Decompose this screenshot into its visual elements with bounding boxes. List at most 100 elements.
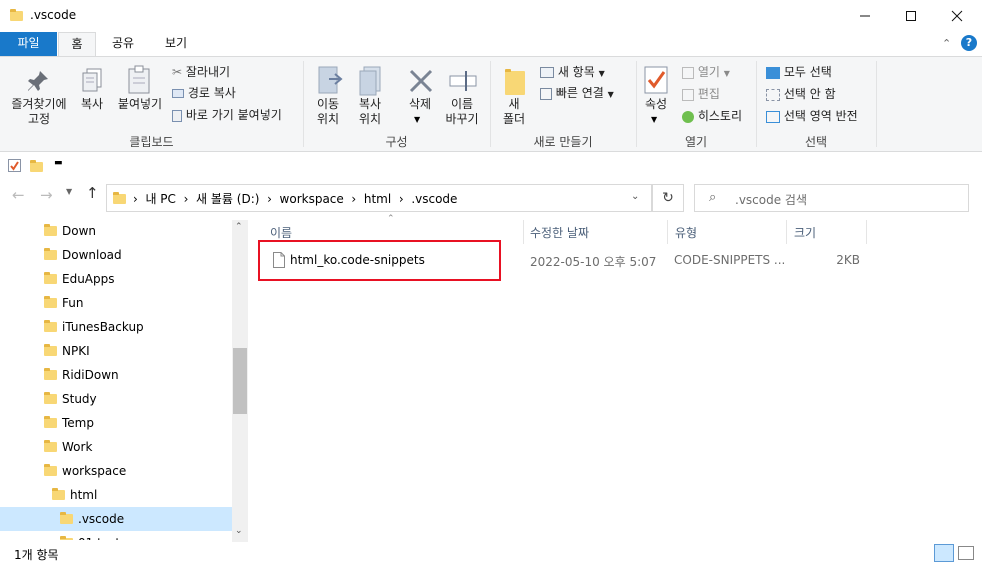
breadcrumb-separator: › <box>267 192 272 206</box>
refresh-button[interactable]: ↻ <box>652 184 684 212</box>
nav-item[interactable]: Study <box>0 387 232 411</box>
tab-file[interactable]: 파일 <box>0 32 57 56</box>
properties-check-icon[interactable] <box>8 159 21 172</box>
new-item-button[interactable]: 새 항목 ▼ <box>540 63 605 80</box>
easy-access-button[interactable]: 빠른 연결 ▼ <box>540 84 614 101</box>
paste-shortcut-label: 바로 가기 붙여넣기 <box>185 108 282 122</box>
select-none-button[interactable]: 선택 안 함 <box>766 85 836 102</box>
delete-button[interactable]: 삭제 <box>400 97 440 112</box>
details-view-icon[interactable] <box>934 544 954 562</box>
new-folder-button[interactable]: 새 폴더 <box>498 97 530 127</box>
column-separator[interactable] <box>523 220 524 244</box>
breadcrumb-item[interactable]: .vscode <box>411 192 457 206</box>
address-bar[interactable]: › 내 PC › 새 볼륨 (D:) › workspace › html › … <box>106 184 652 212</box>
new-folder-qa-icon[interactable] <box>30 160 43 172</box>
address-dropdown-icon[interactable]: ⌄ <box>631 191 639 202</box>
breadcrumb-item[interactable]: html <box>364 192 391 206</box>
invert-selection-icon <box>766 110 780 123</box>
quick-access-toolbar: ▬ <box>0 152 982 180</box>
properties-dropdown-icon[interactable]: ▼ <box>651 115 657 124</box>
copy-to-button[interactable]: 복사 위치 <box>350 97 390 127</box>
nav-item-label: Study <box>62 392 97 406</box>
tab-home[interactable]: 홈 <box>58 32 96 56</box>
paste-button[interactable]: 붙여넣기 <box>114 97 166 112</box>
up-arrow-icon[interactable]: ↑ <box>86 184 99 202</box>
folder-icon <box>44 440 57 452</box>
nav-item[interactable]: 01.test <box>0 531 232 540</box>
close-button[interactable] <box>934 0 980 32</box>
pin-quick-access-button[interactable]: 즐겨찾기에 고정 <box>6 97 72 127</box>
select-all-button[interactable]: 모두 선택 <box>766 63 832 80</box>
nav-item[interactable]: workspace <box>0 459 232 483</box>
nav-item[interactable]: Work <box>0 435 232 459</box>
column-header-date[interactable]: 수정한 날짜 <box>530 222 589 244</box>
nav-item-label: NPKI <box>62 344 90 358</box>
chevron-down-icon: ▼ <box>723 69 730 78</box>
copy-path-button[interactable]: 경로 복사 <box>172 84 236 101</box>
open-button[interactable]: 열기 ▼ <box>682 63 730 80</box>
nav-item-label: 01.test <box>78 531 120 540</box>
nav-item[interactable]: iTunesBackup <box>0 315 232 339</box>
nav-item[interactable]: Fun <box>0 291 232 315</box>
tab-view[interactable]: 보기 <box>155 32 197 56</box>
maximize-button[interactable] <box>888 0 934 32</box>
paste-shortcut-button[interactable]: 바로 가기 붙여넣기 <box>172 106 282 123</box>
tab-share[interactable]: 공유 <box>102 32 144 56</box>
item-count: 1개 항목 <box>14 548 59 562</box>
nav-item-selected[interactable]: .vscode <box>0 507 232 531</box>
rename-button[interactable]: 이름 바꾸기 <box>440 97 484 127</box>
nav-item-label: RidiDown <box>62 368 119 382</box>
ribbon: 즐겨찾기에 고정 복사 붙여넣기 ✂ 잘라내기 경로 복사 바로 가기 붙여넣기… <box>0 56 982 152</box>
back-arrow-icon[interactable]: ← <box>12 186 25 204</box>
forward-arrow-icon[interactable]: → <box>40 186 53 204</box>
history-button[interactable]: 히스토리 <box>682 107 742 124</box>
chevron-down-icon: ▼ <box>607 90 614 99</box>
nav-item-label: Fun <box>62 296 84 310</box>
folder-icon <box>44 248 57 260</box>
minimize-button[interactable] <box>842 0 888 32</box>
move-to-button[interactable]: 이동 위치 <box>308 97 348 127</box>
nav-item[interactable]: RidiDown <box>0 363 232 387</box>
invert-selection-button[interactable]: 선택 영역 반전 <box>766 107 858 124</box>
breadcrumb-item[interactable]: 내 PC <box>145 192 175 206</box>
column-separator[interactable] <box>866 220 867 244</box>
recent-locations-icon[interactable]: ▼ <box>66 187 72 196</box>
highlight-annotation-box <box>258 240 501 281</box>
nav-item[interactable]: Down <box>0 219 232 243</box>
scrollbar-thumb[interactable] <box>233 348 247 414</box>
invert-selection-label: 선택 영역 반전 <box>783 109 858 123</box>
edit-label: 편집 <box>697 87 720 101</box>
customize-toolbar-icon[interactable]: ▬ <box>54 158 63 168</box>
scroll-down-icon[interactable]: ⌄ <box>235 526 243 536</box>
properties-button[interactable]: 속성 <box>638 97 674 112</box>
folder-icon <box>44 296 57 308</box>
breadcrumb-item[interactable]: workspace <box>280 192 344 206</box>
nav-scrollbar[interactable]: ⌃ ⌄ <box>232 220 248 542</box>
delete-dropdown-icon[interactable]: ▼ <box>414 115 420 124</box>
nav-item[interactable]: html <box>0 483 232 507</box>
help-icon[interactable]: ? <box>961 35 977 51</box>
nav-item[interactable]: NPKI <box>0 339 232 363</box>
column-header-type[interactable]: 유형 <box>675 222 697 244</box>
scroll-up-icon[interactable]: ⌃ <box>235 222 243 232</box>
copy-path-icon <box>172 89 184 98</box>
copy-button[interactable]: 복사 <box>75 97 109 112</box>
column-header-size[interactable]: 크기 <box>794 222 816 244</box>
folder-icon <box>60 536 73 540</box>
cut-button[interactable]: ✂ 잘라내기 <box>172 63 230 80</box>
chevron-down-icon: ▼ <box>598 69 605 78</box>
nav-item-label: Download <box>62 248 122 262</box>
folder-icon <box>44 224 57 236</box>
collapse-ribbon-icon[interactable]: ⌃ <box>942 37 951 50</box>
nav-item-label: Down <box>62 224 97 238</box>
cut-label: 잘라내기 <box>185 65 231 79</box>
breadcrumb-item[interactable]: 새 볼륨 (D:) <box>196 192 259 206</box>
large-icons-view-icon[interactable] <box>958 546 974 560</box>
edit-button[interactable]: 편집 <box>682 85 720 102</box>
column-separator[interactable] <box>667 220 668 244</box>
search-box[interactable]: ⌕ .vscode 검색 <box>694 184 969 212</box>
nav-item[interactable]: EduApps <box>0 267 232 291</box>
nav-item[interactable]: Temp <box>0 411 232 435</box>
nav-item[interactable]: Download <box>0 243 232 267</box>
column-separator[interactable] <box>786 220 787 244</box>
